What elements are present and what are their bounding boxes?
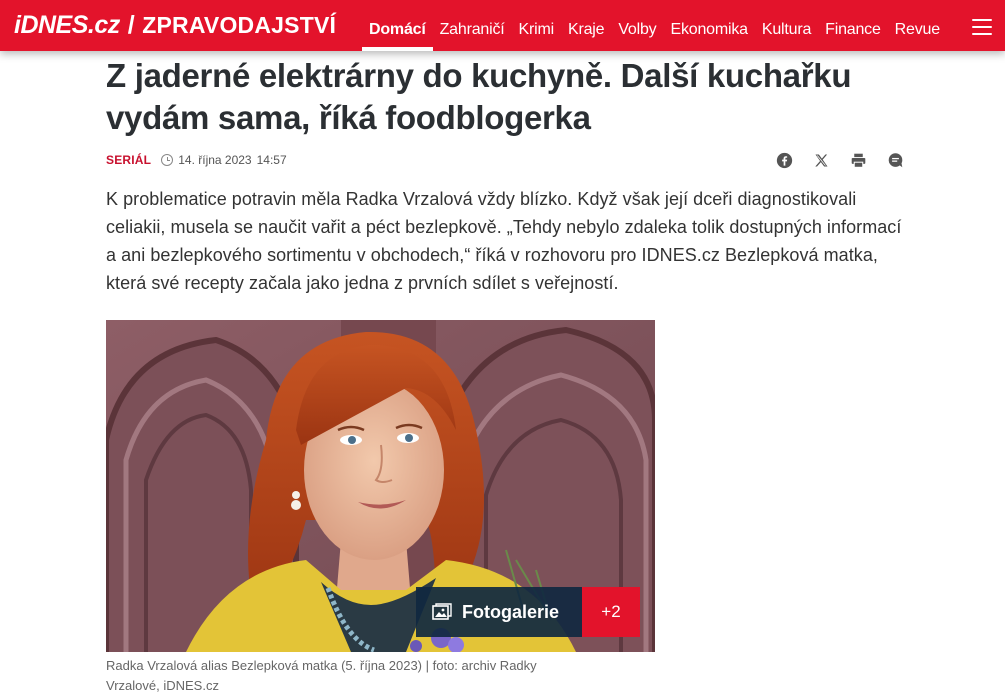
article-lead: K problematice potravin měla Radka Vrzal… xyxy=(106,189,902,293)
hamburger-icon[interactable] xyxy=(972,19,992,35)
top-navigation-bar: iDNES.cz / ZPRAVODAJSTVÍ Domácí Zahranič… xyxy=(0,0,1005,51)
nav-item-kultura[interactable]: Kultura xyxy=(755,0,818,51)
article-title: Z jaderné elektrárny do kuchyně. Další k… xyxy=(106,57,852,136)
gallery-count[interactable]: +2 xyxy=(582,587,640,637)
print-icon[interactable] xyxy=(848,150,868,170)
nav-item-revue[interactable]: Revue xyxy=(888,0,947,51)
share-bar xyxy=(774,150,905,170)
gallery-icon xyxy=(432,603,452,621)
facebook-icon[interactable] xyxy=(774,150,794,170)
nav-item-zahranici[interactable]: Zahraničí xyxy=(433,0,512,51)
gallery-label: Fotogalerie xyxy=(462,601,560,622)
nav-item-finance[interactable]: Finance xyxy=(818,0,888,51)
photo-caption: Radka Vrzalová alias Bezlepková matka (5… xyxy=(106,658,537,693)
comments-icon[interactable] xyxy=(885,150,905,170)
section-name[interactable]: ZPRAVODAJSTVÍ xyxy=(142,12,336,39)
article-time: 14:57 xyxy=(256,153,287,167)
article-meta: SERIÁL 14. října 2023 14:57 xyxy=(106,151,287,169)
nav-item-krimi[interactable]: Krimi xyxy=(512,0,561,51)
main-nav: Domácí Zahraničí Krimi Kraje Volby Ekono… xyxy=(362,0,947,51)
nav-item-ekonomika[interactable]: Ekonomika xyxy=(663,0,754,51)
nav-item-kraje[interactable]: Kraje xyxy=(561,0,611,51)
logo-separator: / xyxy=(127,11,135,39)
nav-item-domaci[interactable]: Domácí xyxy=(362,0,433,51)
article-date: 14. října 2023 xyxy=(178,153,252,167)
nav-item-volby[interactable]: Volby xyxy=(611,0,663,51)
x-icon[interactable] xyxy=(811,150,831,170)
photo-gallery-button[interactable]: Fotogalerie +2 xyxy=(416,587,640,637)
clock-icon xyxy=(161,154,174,166)
site-logo[interactable]: iDNES.cz / ZPRAVODAJSTVÍ xyxy=(14,0,336,51)
logo-text: iDNES.cz xyxy=(14,11,120,39)
gallery-label-box[interactable]: Fotogalerie xyxy=(416,587,582,637)
article-tag[interactable]: SERIÁL xyxy=(106,153,151,167)
